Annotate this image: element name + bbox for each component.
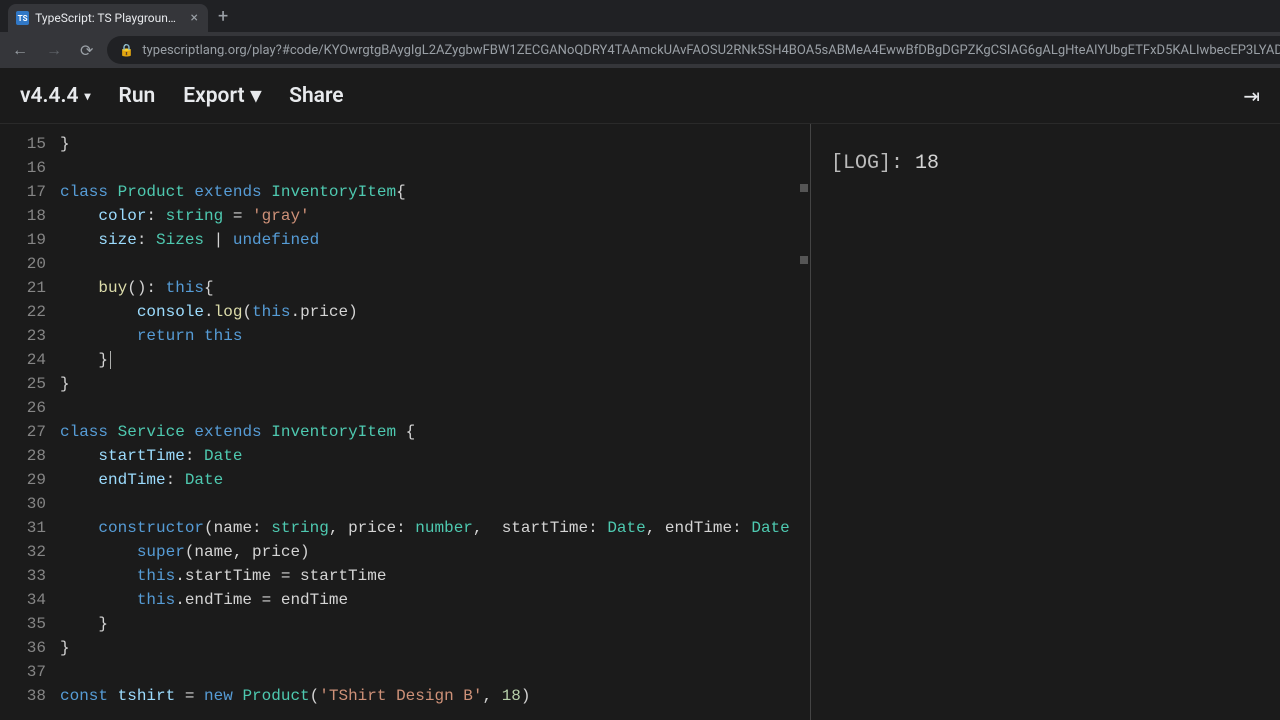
forward-button[interactable]: → <box>42 36 66 64</box>
sidebar-toggle-icon[interactable]: ⇥ <box>1243 84 1260 108</box>
line-number: 29 <box>0 468 46 492</box>
line-number: 30 <box>0 492 46 516</box>
line-number: 33 <box>0 564 46 588</box>
reload-button[interactable]: ⟳ <box>76 37 97 64</box>
log-value: 18 <box>915 152 939 175</box>
log-prefix: [LOG]: <box>831 152 903 175</box>
line-number: 32 <box>0 540 46 564</box>
chevron-down-icon: ▾ <box>251 83 262 108</box>
line-number: 17 <box>0 180 46 204</box>
line-number: 20 <box>0 252 46 276</box>
main-split: 1516171819202122232425262728293031323334… <box>0 124 1280 720</box>
share-button[interactable]: Share <box>289 84 343 108</box>
browser-chrome: TS TypeScript: TS Playground - A × + ← →… <box>0 0 1280 68</box>
code-line[interactable]: } <box>60 348 810 372</box>
tab-title: TypeScript: TS Playground - A <box>35 11 182 25</box>
code-line[interactable]: } <box>60 636 810 660</box>
close-tab-icon[interactable]: × <box>189 10 200 26</box>
url-text: typescriptlang.org/play?#code/KYOwrgtgBA… <box>142 43 1280 58</box>
favicon-icon: TS <box>16 11 29 25</box>
output-pane: .JS.D.TSErrorsLogsPlugins [LOG]: 18 <box>811 124 1280 720</box>
logs-output: [LOG]: 18 <box>811 124 1280 720</box>
code-line[interactable]: } <box>60 612 810 636</box>
code-editor[interactable]: } class Product extends InventoryItem{ co… <box>60 124 810 720</box>
export-dropdown[interactable]: Export ▾ <box>183 83 261 108</box>
code-line[interactable]: return this <box>60 324 810 348</box>
code-line[interactable]: size: Sizes | undefined <box>60 228 810 252</box>
code-line[interactable] <box>60 396 810 420</box>
code-line[interactable]: startTime: Date <box>60 444 810 468</box>
code-line[interactable] <box>60 660 810 684</box>
chevron-down-icon: ▾ <box>84 89 90 103</box>
minimap[interactable] <box>796 124 810 720</box>
code-line[interactable]: console.log(this.price) <box>60 300 810 324</box>
line-number: 22 <box>0 300 46 324</box>
line-number: 21 <box>0 276 46 300</box>
code-line[interactable]: this.startTime = startTime <box>60 564 810 588</box>
line-number: 23 <box>0 324 46 348</box>
line-number: 36 <box>0 636 46 660</box>
run-button[interactable]: Run <box>118 84 155 108</box>
line-number: 38 <box>0 684 46 708</box>
playground-toolbar: v4.4.4 ▾ Run Export ▾ Share ⇥ <box>0 68 1280 124</box>
version-dropdown[interactable]: v4.4.4 ▾ <box>20 84 90 108</box>
code-line[interactable] <box>60 252 810 276</box>
line-number: 24 <box>0 348 46 372</box>
code-line[interactable]: color: string = 'gray' <box>60 204 810 228</box>
code-line[interactable]: } <box>60 132 810 156</box>
editor-pane[interactable]: 1516171819202122232425262728293031323334… <box>0 124 811 720</box>
line-number: 18 <box>0 204 46 228</box>
code-line[interactable]: } <box>60 372 810 396</box>
line-number: 15 <box>0 132 46 156</box>
line-number: 25 <box>0 372 46 396</box>
code-line[interactable] <box>60 156 810 180</box>
code-line[interactable]: constructor(name: string, price: number,… <box>60 516 810 540</box>
line-number: 31 <box>0 516 46 540</box>
code-line[interactable]: class Service extends InventoryItem { <box>60 420 810 444</box>
code-line[interactable]: buy(): this{ <box>60 276 810 300</box>
browser-tab[interactable]: TS TypeScript: TS Playground - A × <box>8 4 208 32</box>
back-button[interactable]: ← <box>8 36 32 64</box>
code-line[interactable]: this.endTime = endTime <box>60 588 810 612</box>
lock-icon: 🔒 <box>119 43 134 57</box>
line-number: 35 <box>0 612 46 636</box>
line-number: 16 <box>0 156 46 180</box>
line-number: 28 <box>0 444 46 468</box>
line-number: 34 <box>0 588 46 612</box>
code-line[interactable]: endTime: Date <box>60 468 810 492</box>
new-tab-button[interactable]: + <box>218 6 228 27</box>
code-line[interactable] <box>60 492 810 516</box>
line-gutter: 1516171819202122232425262728293031323334… <box>0 124 60 720</box>
code-line[interactable]: super(name, price) <box>60 540 810 564</box>
tab-bar: TS TypeScript: TS Playground - A × + <box>0 0 1280 32</box>
line-number: 27 <box>0 420 46 444</box>
address-bar[interactable]: 🔒 typescriptlang.org/play?#code/KYOwrgtg… <box>107 36 1280 64</box>
text-cursor <box>110 351 111 369</box>
code-line[interactable]: const tshirt = new Product('TShirt Desig… <box>60 684 810 708</box>
code-line[interactable]: class Product extends InventoryItem{ <box>60 180 810 204</box>
line-number: 19 <box>0 228 46 252</box>
nav-bar: ← → ⟳ 🔒 typescriptlang.org/play?#code/KY… <box>0 32 1280 68</box>
playground-app: v4.4.4 ▾ Run Export ▾ Share ⇥ 1516171819… <box>0 68 1280 720</box>
line-number: 37 <box>0 660 46 684</box>
line-number: 26 <box>0 396 46 420</box>
